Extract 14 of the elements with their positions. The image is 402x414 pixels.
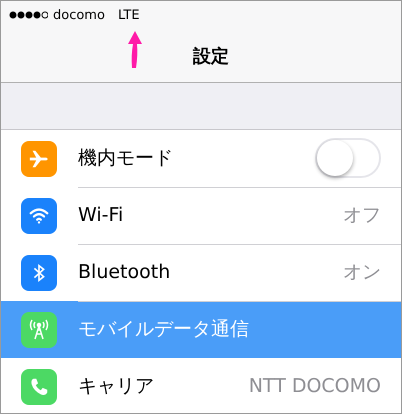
row-value: NTT DOCOMO xyxy=(248,375,381,397)
network-type: LTE xyxy=(118,8,140,22)
arrow-icon xyxy=(127,31,143,68)
row-label: Bluetooth xyxy=(78,261,170,283)
row-label: 機内モード xyxy=(78,146,173,171)
carrier-name: docomo xyxy=(53,8,105,22)
toggle-switch[interactable] xyxy=(315,138,381,178)
nav-title: 設定 xyxy=(193,44,229,68)
row-label: モバイルデータ通信 xyxy=(78,317,249,342)
row-value: オン xyxy=(343,260,381,285)
row-label: Wi-Fi xyxy=(78,204,124,226)
signal-icon xyxy=(9,11,48,19)
row-label: キャリア xyxy=(78,374,154,399)
row-value: オフ xyxy=(343,203,381,228)
